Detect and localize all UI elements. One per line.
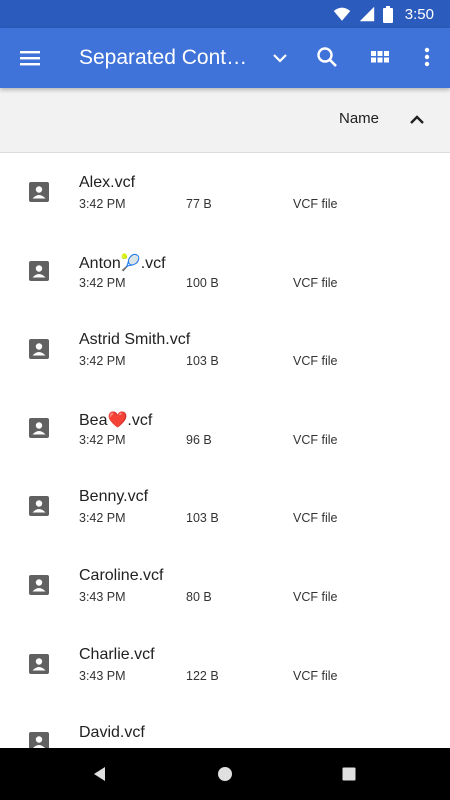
battery-icon bbox=[382, 5, 393, 23]
list-item[interactable]: David.vcf bbox=[0, 703, 450, 748]
recents-icon bbox=[342, 767, 356, 781]
contact-card-icon bbox=[29, 732, 49, 748]
back-button[interactable] bbox=[88, 762, 112, 786]
grid-view-icon bbox=[371, 51, 389, 63]
file-name: Alex.vcf bbox=[79, 174, 136, 191]
list-item[interactable]: Alex.vcf 3:42 PM 77 B VCF file bbox=[0, 153, 450, 232]
menu-icon bbox=[20, 51, 40, 66]
file-type: VCF file bbox=[293, 590, 338, 604]
list-item[interactable]: Benny.vcf 3:42 PM 103 B VCF file bbox=[0, 467, 450, 546]
file-type: VCF file bbox=[293, 511, 338, 526]
sort-by-name-label[interactable]: Name bbox=[339, 110, 379, 127]
more-vert-icon bbox=[424, 47, 430, 67]
file-size: 103 B bbox=[186, 511, 219, 526]
file-time: 3:42 PM bbox=[79, 354, 126, 369]
back-icon bbox=[94, 767, 105, 781]
search-button[interactable] bbox=[313, 43, 341, 71]
file-type: VCF file bbox=[293, 275, 338, 290]
file-size: 122 B bbox=[186, 668, 219, 683]
dropdown-arrow-icon bbox=[273, 54, 287, 63]
navigation-bar bbox=[0, 748, 450, 800]
contact-card-icon bbox=[29, 417, 49, 438]
file-name: Anton🎾.vcf bbox=[79, 254, 166, 272]
recents-button[interactable] bbox=[337, 762, 361, 786]
app-bar: Separated Contacts bbox=[0, 28, 450, 88]
file-name: Bea❤️.vcf bbox=[79, 411, 153, 429]
file-type: VCF file bbox=[293, 668, 338, 683]
list-item[interactable]: Astrid Smith.vcf 3:42 PM 103 B VCF file bbox=[0, 310, 450, 389]
home-icon bbox=[218, 767, 232, 781]
chevron-up-icon bbox=[410, 115, 424, 124]
file-size: 103 B bbox=[186, 354, 219, 369]
file-size: 80 B bbox=[186, 590, 212, 604]
grid-view-button[interactable] bbox=[366, 43, 394, 71]
status-time: 3:50 bbox=[404, 5, 434, 23]
signal-icon bbox=[359, 6, 374, 22]
sort-direction-button[interactable] bbox=[405, 108, 429, 132]
contact-card-icon bbox=[29, 339, 49, 360]
file-name: David.vcf bbox=[79, 724, 145, 742]
contact-card-icon bbox=[29, 260, 49, 281]
status-icons: 3:50 bbox=[333, 0, 434, 28]
wifi-icon bbox=[333, 7, 351, 21]
file-time: 3:42 PM bbox=[79, 275, 126, 290]
file-list: Alex.vcf 3:42 PM 77 B VCF file Anton🎾.vc… bbox=[0, 153, 450, 748]
file-time: 3:42 PM bbox=[79, 432, 126, 447]
more-options-button[interactable] bbox=[413, 43, 441, 71]
contact-card-icon bbox=[29, 182, 49, 202]
list-item[interactable]: Bea❤️.vcf 3:42 PM 96 B VCF file bbox=[0, 389, 450, 468]
file-type: VCF file bbox=[293, 197, 338, 211]
contact-card-icon bbox=[29, 496, 49, 517]
home-button[interactable] bbox=[213, 762, 237, 786]
file-time: 3:43 PM bbox=[79, 590, 126, 604]
file-size: 77 B bbox=[186, 197, 212, 211]
file-name: Caroline.vcf bbox=[79, 567, 164, 584]
sort-header: Name bbox=[0, 88, 450, 153]
file-type: VCF file bbox=[293, 354, 338, 369]
menu-button[interactable] bbox=[16, 44, 44, 72]
screen: 3:50 Separated Contacts Name Alex.vcf 3:… bbox=[0, 0, 450, 800]
contact-card-icon bbox=[29, 575, 49, 595]
search-icon bbox=[317, 47, 337, 67]
file-name: Benny.vcf bbox=[79, 488, 149, 506]
list-item[interactable]: Charlie.vcf 3:43 PM 122 B VCF file bbox=[0, 625, 450, 704]
file-time: 3:43 PM bbox=[79, 668, 126, 683]
file-time: 3:42 PM bbox=[79, 511, 126, 526]
title-dropdown-button[interactable] bbox=[266, 44, 294, 72]
contact-card-icon bbox=[29, 653, 49, 674]
file-size: 100 B bbox=[186, 275, 219, 290]
file-size: 96 B bbox=[186, 432, 212, 447]
list-item[interactable]: Caroline.vcf 3:43 PM 80 B VCF file bbox=[0, 546, 450, 625]
file-time: 3:42 PM bbox=[79, 197, 126, 211]
list-item[interactable]: Anton🎾.vcf 3:42 PM 100 B VCF file bbox=[0, 232, 450, 311]
file-type: VCF file bbox=[293, 432, 338, 447]
app-title[interactable]: Separated Contacts bbox=[79, 44, 251, 72]
file-name: Charlie.vcf bbox=[79, 645, 155, 663]
status-bar: 3:50 bbox=[0, 0, 450, 28]
file-name: Astrid Smith.vcf bbox=[79, 331, 191, 349]
